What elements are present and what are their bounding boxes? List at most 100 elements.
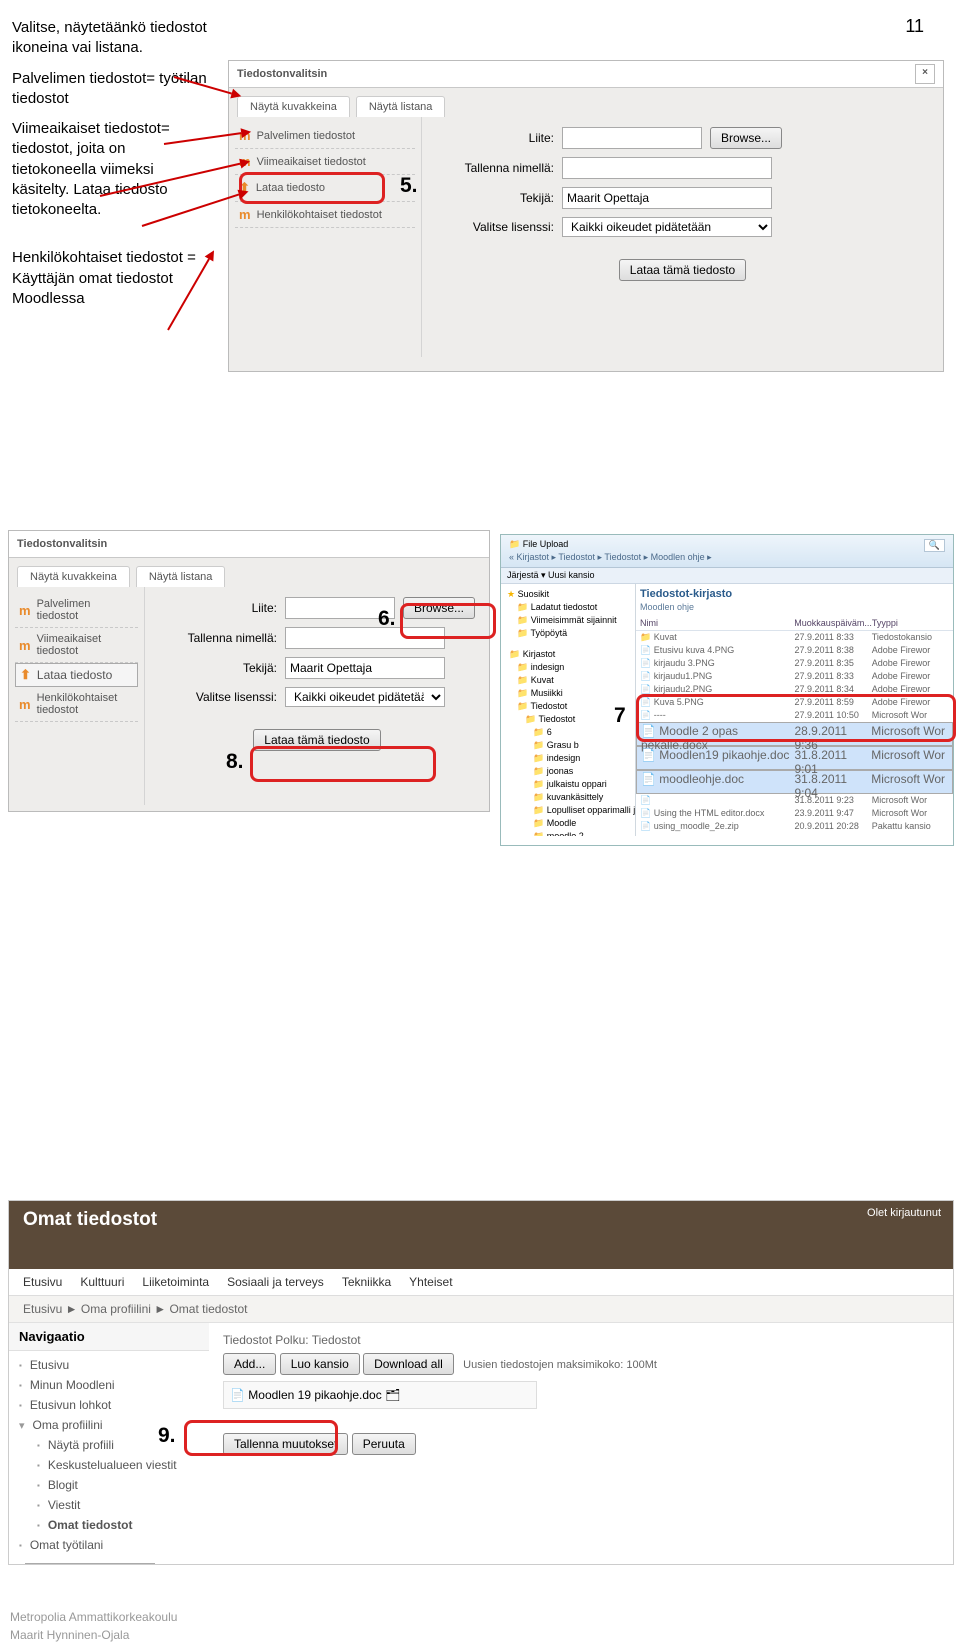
sidebar-item-private[interactable]: m Henkilökohtaiset tiedostot [15, 687, 138, 722]
license-select[interactable]: Kaikki oikeudet pidätetään [285, 687, 445, 707]
tab-list[interactable]: Näytä listana [356, 96, 446, 117]
doc-icon: 📄 [230, 1388, 248, 1402]
nav-item[interactable]: Blogit [19, 1475, 199, 1495]
tree-item[interactable]: Suosikit [505, 588, 635, 601]
saveas-label: Tallenna nimellä: [436, 161, 562, 175]
tree-item[interactable]: julkaistu oppari [505, 778, 635, 791]
nav-item[interactable]: Etusivu [19, 1355, 199, 1375]
file-name: Moodlen 19 pikaohje.doc [248, 1388, 381, 1402]
m-icon: m [19, 697, 31, 712]
callout-9: 9. [158, 1424, 176, 1448]
top-tab[interactable]: Etusivu [23, 1275, 62, 1289]
col-type: Tyyppi [872, 618, 949, 628]
sidebar-label: Henkilökohtaiset tiedostot [37, 692, 134, 716]
tree-item[interactable]: Viimeisimmät sijainnit [505, 614, 635, 627]
os-toolbar: Järjestä ▾ Uusi kansio [501, 568, 953, 584]
list-item[interactable]: 📁 Kuvat27.9.2011 8:33Tiedostokansio [636, 631, 953, 644]
nav-item[interactable]: Minun Moodleni [19, 1375, 199, 1395]
license-label: Valitse lisenssi: [436, 220, 562, 234]
tab-icons[interactable]: Näytä kuvakkeina [17, 566, 130, 587]
top-tab[interactable]: Yhteiset [409, 1275, 452, 1289]
attachment-input[interactable] [562, 127, 702, 149]
file-entry[interactable]: 📄 Moodlen 19 pikaohje.doc 🗂 [223, 1381, 537, 1409]
repo-sidebar: mPalvelimen tiedostot mViimeaikaiset tie… [9, 587, 145, 805]
tree-item[interactable]: indesign [505, 661, 635, 674]
newfolder-button[interactable]: Luo kansio [280, 1353, 360, 1375]
sidebar-item-upload[interactable]: ⬆ Lataa tiedosto [15, 663, 138, 687]
tree-item[interactable]: indesign [505, 752, 635, 765]
tree-item[interactable]: joonas [505, 765, 635, 778]
footer-line-1: Metropolia Ammattikorkeakoulu [10, 1608, 177, 1626]
divider [25, 1563, 155, 1564]
nav-item[interactable]: Omat tiedostot [19, 1515, 199, 1535]
list-library-sub: Moodlen ohje [636, 602, 953, 616]
tree-item[interactable]: Lopulliset opparimalli ja ohjee [505, 804, 635, 817]
downloadall-button[interactable]: Download all [363, 1353, 454, 1375]
dialog-title-text: Tiedostonvalitsin [17, 538, 107, 550]
tab-icons[interactable]: Näytä kuvakkeina [237, 96, 350, 117]
highlight-8 [250, 746, 436, 782]
upload-submit-button[interactable]: Lataa tämä tiedosto [619, 259, 746, 281]
tree-item[interactable]: kuvankäsittely [505, 791, 635, 804]
tree-item[interactable]: Musiikki [505, 687, 635, 700]
cancel-button[interactable]: Peruuta [352, 1433, 416, 1455]
callout-6: 6. [378, 607, 396, 631]
saveas-input[interactable] [562, 157, 772, 179]
navigation-block: Navigaatio EtusivuMinun MoodleniEtusivun… [9, 1323, 209, 1564]
top-tab[interactable]: Tekniikka [342, 1275, 391, 1289]
nav-item[interactable]: Etusivun lohkot [19, 1395, 199, 1415]
list-item[interactable]: 📄 kirjaudu1.PNG27.9.2011 8:33Adobe Firew… [636, 670, 953, 683]
nav-item[interactable]: Omat työtilani [19, 1535, 199, 1555]
author-input[interactable] [285, 657, 445, 679]
sidebar-item-server[interactable]: mPalvelimen tiedostot [15, 593, 138, 628]
upload-icon: ⬆ [20, 667, 31, 683]
list-item[interactable]: 📄 31.8.2011 9:23Microsoft Wor [636, 794, 953, 807]
tree-item[interactable]: Grasu b [505, 739, 635, 752]
search-box[interactable]: 🔍 [924, 539, 945, 552]
tree-item[interactable]: Työpöytä [505, 627, 635, 640]
filepicker-dialog-1: Tiedostonvalitsin × Näytä kuvakkeina Näy… [228, 60, 944, 372]
highlight-9 [184, 1420, 338, 1456]
list-item[interactable]: 📄 using_moodle_2e.zip20.9.2011 20:28Paka… [636, 820, 953, 833]
sidebar-item-private[interactable]: mHenkilökohtaiset tiedostot [235, 202, 415, 228]
tab-list[interactable]: Näytä listana [136, 566, 226, 587]
license-select[interactable]: Kaikki oikeudet pidätetään [562, 217, 772, 237]
margin-notes: Valitse, näytetäänkö tiedostot ikoneina … [0, 0, 212, 309]
nav-item[interactable]: Keskustelualueen viestit [19, 1455, 199, 1475]
list-item[interactable]: 📄 Using the HTML editor.docx23.9.2011 9:… [636, 807, 953, 820]
attachment-label: Liite: [436, 131, 562, 145]
author-input[interactable] [562, 187, 772, 209]
author-label: Tekijä: [159, 661, 285, 675]
sidebar-label: Lataa tiedosto [37, 668, 112, 682]
close-icon[interactable]: × [915, 64, 935, 84]
list-item[interactable]: 📄 Etusivu kuva 4.PNG27.9.2011 8:38Adobe … [636, 644, 953, 657]
tree-item[interactable] [505, 640, 635, 648]
maxsize-label: Uusien tiedostojen maksimikoko: 100Mt [463, 1359, 657, 1371]
tree-item[interactable]: Kuvat [505, 674, 635, 687]
view-tabs: Näytä kuvakkeina Näytä listana [9, 558, 489, 587]
nav-item[interactable]: Viestit [19, 1495, 199, 1515]
top-tab[interactable]: Sosiaali ja terveys [227, 1275, 324, 1289]
sidebar-item-server[interactable]: mPalvelimen tiedostot [235, 123, 415, 149]
browse-button[interactable]: Browse... [710, 127, 782, 149]
list-item[interactable]: 📄 kirjaudu 3.PNG27.9.2011 8:35Adobe Fire… [636, 657, 953, 670]
saveas-label: Tallenna nimellä: [159, 631, 285, 645]
list-item[interactable]: 📄 Moodlen19 pikaohje.doc31.8.2011 9:01Mi… [636, 746, 953, 770]
top-tab[interactable]: Liiketoiminta [142, 1275, 209, 1289]
os-toolbar-text[interactable]: Järjestä ▾ Uusi kansio [507, 570, 947, 581]
top-tab[interactable]: Kulttuuri [80, 1275, 124, 1289]
breadcrumb: Etusivu ► Oma profiilini ► Omat tiedosto… [9, 1296, 953, 1323]
tree-item[interactable]: Ladatut tiedostot [505, 601, 635, 614]
add-button[interactable]: Add... [223, 1353, 276, 1375]
list-item[interactable]: 📄 moodleohje.doc31.8.2011 9:04Microsoft … [636, 770, 953, 794]
os-breadcrumb[interactable]: « Kirjastot ▸ Tiedostot ▸ Tiedostot ▸ Mo… [509, 552, 945, 563]
list-library-label: Tiedostot-kirjasto [636, 586, 953, 602]
tree-item[interactable]: Moodle [505, 817, 635, 830]
sidebar-item-recent[interactable]: mViimeaikaiset tiedostot [15, 628, 138, 663]
dialog-title-text: Tiedostonvalitsin [237, 68, 327, 80]
tree-item[interactable]: moodle 2 [505, 830, 635, 836]
sidebar-label: Henkilökohtaiset tiedostot [257, 209, 382, 221]
tree-item[interactable]: Kirjastot [505, 648, 635, 661]
edit-icon[interactable]: 🗂 [385, 1388, 400, 1402]
callout-5: 5. [400, 174, 418, 198]
